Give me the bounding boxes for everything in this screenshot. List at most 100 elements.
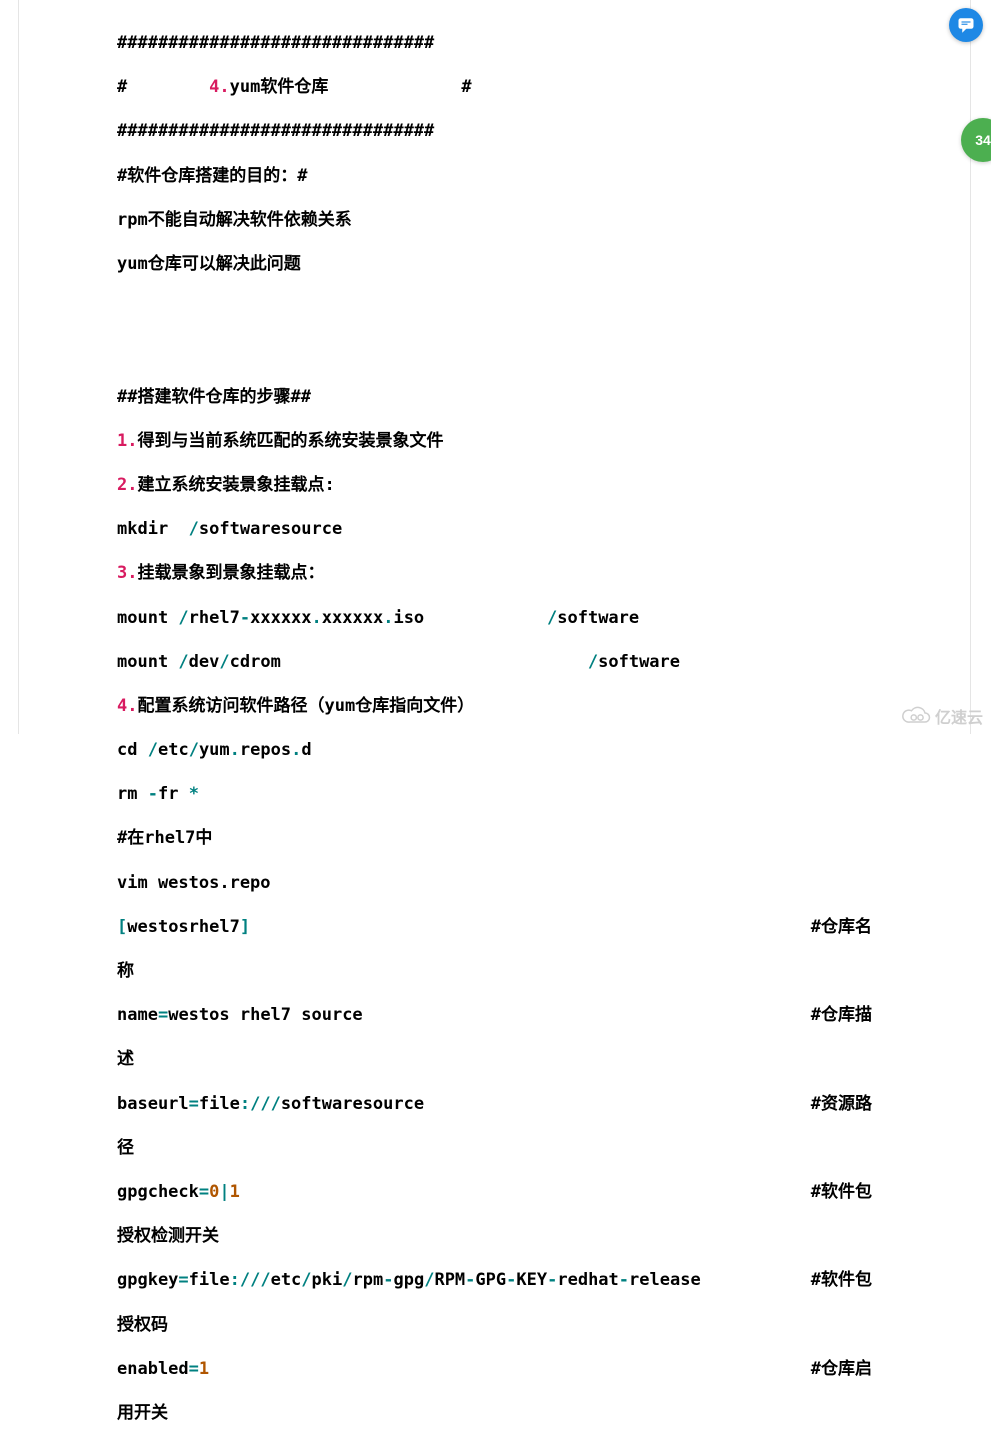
- seg: redhat: [557, 1270, 618, 1290]
- slash: /: [189, 740, 199, 760]
- num: 1: [199, 1359, 209, 1379]
- dot: .: [312, 608, 322, 628]
- chat-icon: [957, 16, 975, 34]
- repo-baseurl-line: baseurl=file:///softwaresource #资源路: [117, 1093, 872, 1115]
- repo-gpgkey-line: gpgkey=file:///etc/pki/rpm-gpg/RPM-GPG-K…: [117, 1269, 872, 1291]
- hash-right: #: [461, 77, 471, 97]
- seg: rhel7: [189, 608, 240, 628]
- step-text: 得到与当前系统匹配的系统安装景象文件: [137, 431, 443, 451]
- dot: .: [291, 740, 301, 760]
- bracket-open: [: [117, 917, 127, 937]
- gap: [424, 608, 547, 628]
- feedback-button[interactable]: [949, 8, 983, 42]
- cmd: mount: [117, 652, 178, 672]
- seg: pki: [312, 1270, 343, 1290]
- gap: [281, 652, 588, 672]
- step-number: 1.: [117, 431, 137, 451]
- comment-repo-name: #仓库名: [791, 916, 872, 938]
- key: baseurl: [117, 1094, 189, 1114]
- comment-baseurl: #资源路: [791, 1093, 872, 1115]
- cloud-icon: [901, 706, 931, 726]
- step-text: 建立系统安装景象挂载点:: [137, 475, 334, 495]
- blank-line: [117, 341, 872, 363]
- comment-gpgcheck: #软件包: [791, 1181, 872, 1203]
- seg: xxxxxx: [322, 608, 383, 628]
- seg: cdrom: [230, 652, 281, 672]
- seg: etc: [158, 740, 189, 760]
- cmd: rm: [117, 784, 148, 804]
- seg: d: [301, 740, 311, 760]
- flags: fr: [158, 784, 189, 804]
- comment-repo-desc: #仓库描: [791, 1004, 872, 1026]
- header-title-line: # 4.yum软件仓库 #: [117, 76, 872, 98]
- slash: /: [547, 608, 557, 628]
- slash: /: [342, 1270, 352, 1290]
- colon-slashes: :///: [230, 1270, 271, 1290]
- key: gpgkey: [117, 1270, 178, 1290]
- proto: file: [189, 1270, 230, 1290]
- slash: /: [219, 652, 229, 672]
- purpose-line-2: yum仓库可以解决此问题: [117, 253, 872, 275]
- step-number: 4.: [117, 696, 137, 716]
- slash: /: [424, 1270, 434, 1290]
- val: westos rhel7 source: [168, 1005, 362, 1025]
- mount-line-2: mount /dev/cdrom /software: [117, 651, 872, 673]
- cmd: cd: [117, 740, 148, 760]
- repo-desc-wrap: 述: [117, 1048, 872, 1070]
- repo-section-line: [westosrhel7] #仓库名: [117, 916, 872, 938]
- repo-baseurl-wrap: 径: [117, 1137, 872, 1159]
- header-border-top: ###############################: [117, 32, 872, 54]
- comment-enabled: #仓库启: [791, 1358, 872, 1380]
- rm-line: rm -fr *: [117, 783, 872, 805]
- code-block: ############################### # 4.yum软…: [19, 0, 970, 1456]
- seg: repos: [240, 740, 291, 760]
- dash: -: [547, 1270, 557, 1290]
- repo-name-line: name=westos rhel7 source #仓库描: [117, 1004, 872, 1026]
- bracket-close: ]: [240, 917, 250, 937]
- purpose-title: #软件仓库搭建的目的：#: [117, 165, 872, 187]
- step-2: 2.建立系统安装景象挂载点:: [117, 474, 872, 496]
- seg: iso: [393, 608, 424, 628]
- dash: -: [240, 608, 250, 628]
- document-page: ############################### # 4.yum软…: [18, 0, 971, 734]
- step-number: 2.: [117, 475, 137, 495]
- val: softwaresource: [281, 1094, 424, 1114]
- section-title: yum软件仓库: [230, 77, 329, 97]
- step-number: 3.: [117, 563, 137, 583]
- key: name: [117, 1005, 158, 1025]
- seg: dev: [189, 652, 220, 672]
- dash: -: [619, 1270, 629, 1290]
- equals: =: [189, 1359, 199, 1379]
- target: software: [598, 652, 680, 672]
- slash: /: [178, 652, 188, 672]
- watermark-text: 亿速云: [935, 704, 983, 728]
- blank-line: [117, 297, 872, 319]
- dash: -: [506, 1270, 516, 1290]
- mkdir-line: mkdir /softwaresource: [117, 518, 872, 540]
- seg: etc: [271, 1270, 302, 1290]
- slash: /: [588, 652, 598, 672]
- step-text: 挂载景象到景象挂载点：: [137, 563, 324, 583]
- section-number: 4.: [209, 77, 229, 97]
- repo-gpgcheck-wrap: 授权检测开关: [117, 1225, 872, 1247]
- colon-slashes: :///: [240, 1094, 281, 1114]
- equals: =: [189, 1094, 199, 1114]
- repo-enabled-line: enabled=1 #仓库启: [117, 1358, 872, 1380]
- cd-line: cd /etc/yum.repos.d: [117, 739, 872, 761]
- proto: file: [199, 1094, 240, 1114]
- dot: .: [383, 608, 393, 628]
- slash: /: [178, 608, 188, 628]
- step-4: 4.配置系统访问软件路径（yum仓库指向文件）: [117, 695, 872, 717]
- seg: rpm: [353, 1270, 384, 1290]
- step-text: 配置系统访问软件路径（yum仓库指向文件）: [137, 696, 474, 716]
- seg: xxxxxx: [250, 608, 311, 628]
- mount-line-1: mount /rhel7-xxxxxx.xxxxxx.iso /software: [117, 607, 872, 629]
- key: gpgcheck: [117, 1182, 199, 1202]
- equals: =: [158, 1005, 168, 1025]
- steps-title: ##搭建软件仓库的步骤##: [117, 386, 872, 408]
- cmd: mkdir: [117, 519, 189, 539]
- target: software: [557, 608, 639, 628]
- watermark: 亿速云: [901, 704, 983, 728]
- cmd: mount: [117, 608, 178, 628]
- repo-gpgkey-wrap: 授权码: [117, 1314, 872, 1336]
